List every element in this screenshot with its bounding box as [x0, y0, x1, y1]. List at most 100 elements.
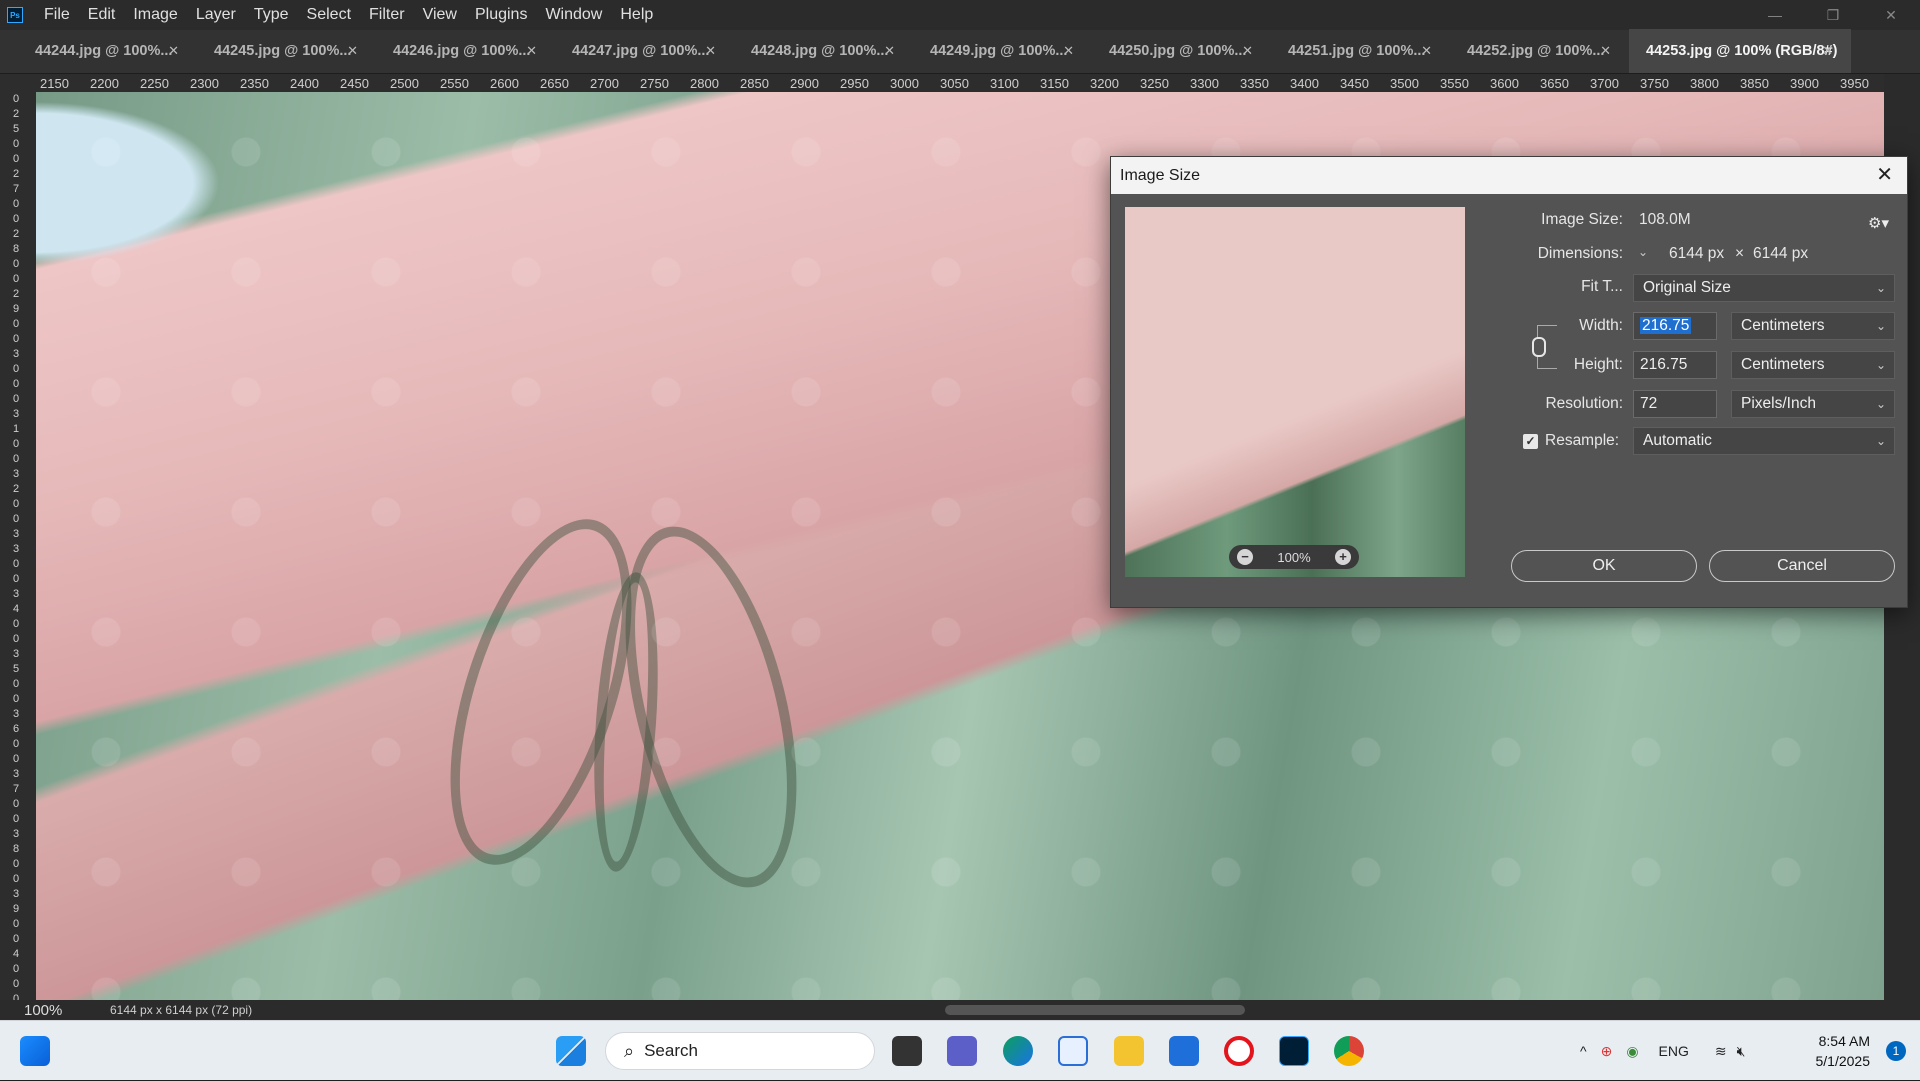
tab-close-icon[interactable]: ✕ [526, 43, 537, 59]
zoom-level[interactable]: 100% [0, 1002, 80, 1019]
zoom-in-icon[interactable]: + [1335, 549, 1351, 565]
notification-badge[interactable]: 1 [1886, 1041, 1906, 1061]
chrome-icon[interactable] [1334, 1036, 1364, 1066]
ruler-tick-label: 2150 [40, 76, 69, 91]
resolution-input[interactable]: 72 [1633, 390, 1717, 418]
menu-file[interactable]: File [35, 0, 79, 30]
ruler-tick-label: 0 [13, 933, 20, 945]
opera-icon[interactable] [1224, 1036, 1254, 1066]
height-input[interactable]: 216.75 [1633, 351, 1717, 379]
width-unit-dropdown[interactable]: Centimeters ⌄ [1731, 312, 1895, 340]
ruler-tick-label: 2400 [290, 76, 319, 91]
menu-window[interactable]: Window [536, 0, 611, 30]
tab-close-icon[interactable]: ✕ [884, 43, 895, 59]
close-window-icon[interactable]: ✕ [1862, 0, 1920, 30]
system-tray: ^ ⊕ ◉ ENG ≋ 🔇︎ [1580, 1021, 1745, 1081]
tab-close-icon[interactable]: ✕ [168, 43, 179, 59]
document-tab[interactable]: 44249.jpg @ 100%... ✕ [913, 29, 1092, 73]
resample-dropdown[interactable]: Automatic ⌄ [1633, 427, 1895, 455]
tab-close-icon[interactable]: ✕ [1822, 43, 1833, 59]
tab-close-icon[interactable]: ✕ [1421, 43, 1432, 59]
document-tab[interactable]: 44247.jpg @ 100%... ✕ [555, 29, 734, 73]
horizontal-scrollbar[interactable] [945, 1005, 1245, 1015]
cancel-button[interactable]: Cancel [1709, 550, 1895, 582]
ruler-tick-label: 3600 [1490, 76, 1519, 91]
menu-help[interactable]: Help [611, 0, 662, 30]
gear-icon[interactable]: ⚙▾ [1868, 214, 1889, 232]
width-value: 216.75 [1640, 317, 1692, 334]
dialog-titlebar[interactable]: Image Size ✕ [1111, 157, 1907, 194]
ruler-tick-label: 0 [13, 978, 20, 990]
chevron-down-icon: ⌄ [1875, 319, 1886, 333]
tab-close-icon[interactable]: ✕ [347, 43, 358, 59]
language-indicator[interactable]: ENG [1659, 1043, 1689, 1059]
document-tab[interactable]: 44244.jpg @ 100%... ✕ [18, 29, 197, 73]
ruler-tick-label: 3150 [1040, 76, 1069, 91]
menu-plugins[interactable]: Plugins [466, 0, 536, 30]
restore-icon[interactable]: ❐ [1804, 0, 1862, 30]
ruler-tick-label: 3800 [1690, 76, 1719, 91]
menu-layer[interactable]: Layer [187, 0, 245, 30]
widgets-icon[interactable] [20, 1036, 50, 1066]
file-explorer-icon[interactable] [1114, 1036, 1144, 1066]
chevron-up-icon[interactable]: ^ [1580, 1043, 1587, 1059]
wifi-icon[interactable]: ≋ [1715, 1043, 1727, 1060]
tab-close-icon[interactable]: ✕ [1063, 43, 1074, 59]
tab-label: 44250.jpg @ 100%... [1109, 43, 1247, 59]
document-tab[interactable]: 44250.jpg @ 100%... ✕ [1092, 29, 1271, 73]
tab-close-icon[interactable]: ✕ [1242, 43, 1253, 59]
ruler-tick-label: 0 [13, 153, 20, 165]
ruler-tick-label: 3 [13, 348, 20, 360]
height-unit-dropdown[interactable]: Centimeters ⌄ [1731, 351, 1895, 379]
menu-filter[interactable]: Filter [360, 0, 414, 30]
ruler-tick-label: 0 [13, 573, 20, 585]
close-icon[interactable]: ✕ [1876, 157, 1893, 194]
ruler-tick-label: 0 [13, 678, 20, 690]
photoshop-taskbar-icon[interactable] [1279, 1036, 1309, 1066]
menu-view[interactable]: View [414, 0, 466, 30]
ruler-tick-label: 3300 [1190, 76, 1219, 91]
tab-close-icon[interactable]: ✕ [705, 43, 716, 59]
ruler-tick-label: 3250 [1140, 76, 1169, 91]
menu-edit[interactable]: Edit [79, 0, 125, 30]
document-tab[interactable]: 44248.jpg @ 100%... ✕ [734, 29, 913, 73]
resample-checkbox[interactable]: ✓ [1523, 434, 1538, 449]
snipping-tool-icon[interactable] [1058, 1036, 1088, 1066]
tab-close-icon[interactable]: ✕ [1600, 43, 1611, 59]
network-app-icon[interactable]: ◉ [1626, 1043, 1638, 1060]
document-tab[interactable]: 44245.jpg @ 100%... ✕ [197, 29, 376, 73]
ruler-tick-label: 0 [13, 258, 20, 270]
width-input[interactable]: 216.75 [1633, 312, 1717, 340]
ruler-tick-label: 2850 [740, 76, 769, 91]
document-tab[interactable]: 44246.jpg @ 100%... ✕ [376, 29, 555, 73]
ruler-tick-label: 2350 [240, 76, 269, 91]
zoom-out-icon[interactable]: − [1237, 549, 1253, 565]
menu-image[interactable]: Image [124, 0, 186, 30]
dimensions-dropdown-icon[interactable]: ⌄ [1638, 245, 1648, 259]
volume-muted-icon[interactable]: 🔇︎ [1737, 1043, 1746, 1060]
minimize-icon[interactable]: — [1746, 0, 1804, 30]
taskbar-search[interactable]: ⌕ Search [605, 1032, 875, 1070]
clock[interactable]: 8:54 AM 5/1/2025 [1816, 1031, 1871, 1071]
image-size-value: 108.0M [1639, 211, 1691, 228]
fit-to-dropdown[interactable]: Original Size ⌄ [1633, 274, 1895, 302]
store-icon[interactable] [1169, 1036, 1199, 1066]
ruler-tick-label: 2200 [90, 76, 119, 91]
image-preview[interactable]: − 100% + [1125, 207, 1465, 577]
task-view-icon[interactable] [892, 1036, 922, 1066]
link-icon[interactable] [1532, 337, 1546, 357]
document-tab[interactable]: 44252.jpg @ 100%... ✕ [1450, 29, 1629, 73]
ruler-tick-label: 0 [13, 858, 20, 870]
ok-button[interactable]: OK [1511, 550, 1697, 582]
document-info[interactable]: 6144 px x 6144 px (72 ppi) [80, 1003, 290, 1017]
teams-icon[interactable] [947, 1036, 977, 1066]
image-size-label: Image Size: [1541, 211, 1623, 228]
edge-icon[interactable] [1003, 1036, 1033, 1066]
menu-type[interactable]: Type [245, 0, 298, 30]
resolution-unit-dropdown[interactable]: Pixels/Inch ⌄ [1731, 390, 1895, 418]
menu-select[interactable]: Select [298, 0, 360, 30]
vpn-icon[interactable]: ⊕ [1601, 1043, 1613, 1060]
document-tab[interactable]: 44251.jpg @ 100%... ✕ [1271, 29, 1450, 73]
document-tab-active[interactable]: 44253.jpg @ 100% (RGB/8#) ✕ [1629, 29, 1851, 73]
windows-start-icon[interactable] [556, 1036, 586, 1066]
